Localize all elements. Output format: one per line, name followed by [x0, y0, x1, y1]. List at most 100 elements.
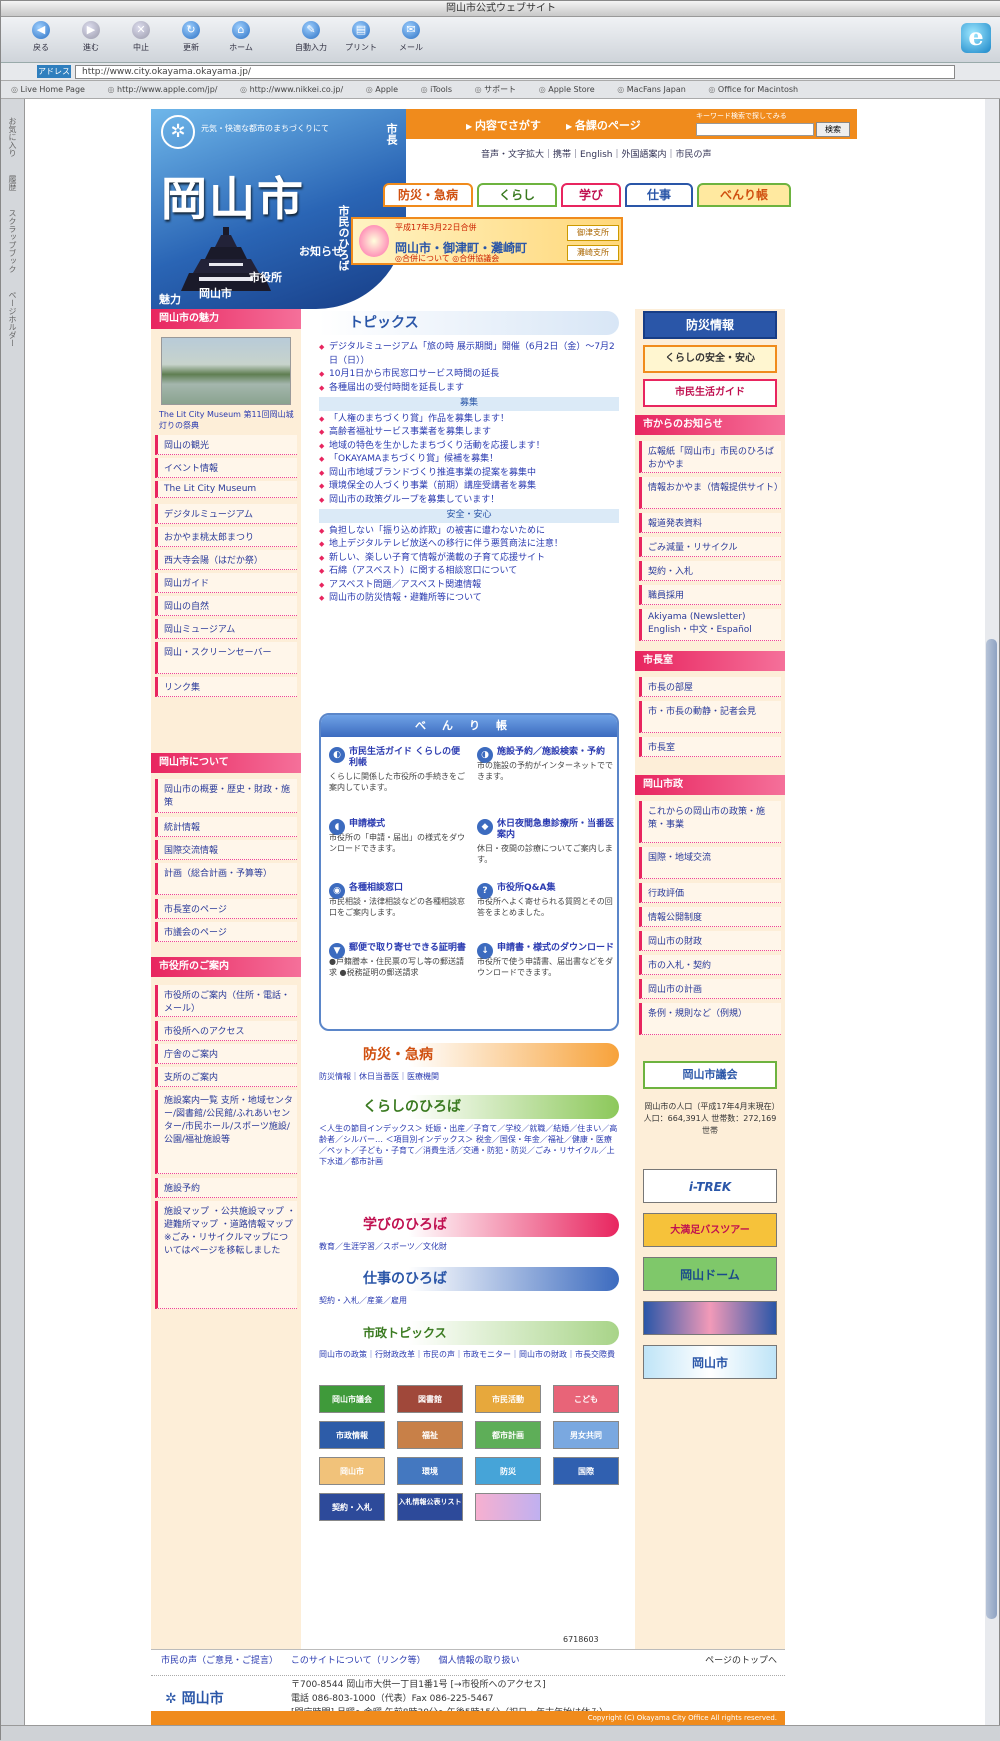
left-link[interactable]: 統計情報: [155, 817, 297, 837]
merger-banner[interactable]: 平成17年3月22日合併 岡山市・御津町・灘崎町 ◎合併について ◎合併協議会 …: [351, 217, 623, 265]
left-link[interactable]: 西大寺会陽（はだか祭）: [155, 550, 297, 570]
sidebar-tab[interactable]: ページホルダー: [7, 291, 18, 347]
news-item[interactable]: 岡山市地域ブランドづくり推進事業の提案を募集中: [319, 467, 619, 481]
news-item[interactable]: 10月1日から市民窓口サービス時間の延長: [319, 368, 619, 382]
banner-button[interactable]: 契約・入札: [319, 1493, 385, 1521]
right-link[interactable]: これからの岡山市の政策・施策・事業: [639, 801, 781, 843]
tab-learning[interactable]: 学び: [561, 183, 621, 207]
life-guide-button[interactable]: 市民生活ガイド: [643, 379, 777, 407]
convenience-item[interactable]: ◆ 休日夜間急患診療所・当番医案内 休日・夜間の診療についてご案内します。: [477, 819, 615, 865]
sidebar-tab[interactable]: スクラップブック: [7, 209, 18, 273]
favorite-link[interactable]: http://www.apple.com/jp/: [108, 85, 217, 94]
tab-convenience[interactable]: べんり帳: [697, 183, 791, 207]
left-link[interactable]: おかやま桃太郎まつり: [155, 527, 297, 547]
bus-tour-banner[interactable]: 大満足バスツアー: [643, 1213, 777, 1247]
footer-link[interactable]: このサイトについて（リンク等）: [291, 1656, 426, 1666]
photo-caption[interactable]: The Lit City Museum 第11回岡山城 灯りの祭典: [159, 409, 295, 431]
right-link[interactable]: 情報おかやま（情報提供サイト）: [639, 477, 783, 509]
left-link[interactable]: 市長室のページ: [155, 899, 297, 919]
work-section-title[interactable]: 仕事のひろば: [319, 1267, 619, 1291]
left-link[interactable]: 岡山ガイド: [155, 573, 297, 593]
search-button[interactable]: 検索: [816, 122, 850, 137]
sidebar-tab[interactable]: 履歴: [7, 175, 18, 191]
left-link[interactable]: 施設マップ ・公共施設マップ ・避難所マップ ・道路情報マップ ※ごみ・リサイク…: [155, 1201, 297, 1309]
stop-button[interactable]: ✕ 中止: [119, 21, 163, 53]
city-topics-links[interactable]: 岡山市の政策｜行財政改革｜市民の声｜市政モニター｜岡山市の財政｜市長交際費: [319, 1349, 619, 1360]
mascot-banner[interactable]: 岡山市: [643, 1345, 777, 1379]
footer-link[interactable]: 個人情報の取り扱い: [439, 1656, 520, 1666]
banner-button[interactable]: 岡山市議会: [319, 1385, 385, 1413]
news-item[interactable]: デジタルミュージアム「旅の時 展示期間」開催（6月2日（金）～7月2日（日））: [319, 341, 619, 368]
arc-nav-plaza[interactable]: 市民のひろば: [335, 205, 351, 271]
right-link[interactable]: 岡山市の財政: [639, 931, 781, 951]
news-item[interactable]: 「OKAYAMAまちづくり賞」候補を募集！: [319, 453, 619, 467]
left-link[interactable]: 施設案内一覧 支所・地域センター/図書館/公民館/ふれあいセンター/市民ホール/…: [155, 1090, 297, 1174]
left-link[interactable]: 施設予約: [155, 1178, 297, 1198]
convenience-item[interactable]: ↓ 申請書・様式のダウンロード 市役所で使う申請書、届出書などをダウンロードできます…: [477, 943, 615, 978]
okayama-dome-banner[interactable]: 岡山ドーム: [643, 1257, 777, 1291]
left-link[interactable]: 岡山の観光: [155, 435, 297, 455]
left-link[interactable]: 岡山の自然: [155, 596, 297, 616]
sidebar-tab[interactable]: お気に入り: [7, 117, 18, 157]
convenience-item[interactable]: ◖ 申請様式 市役所の「申請・届出」の様式をダウンロードできます。: [329, 819, 467, 854]
favorite-link[interactable]: iTools: [421, 85, 452, 94]
search-by-content-button[interactable]: 内容でさがす: [466, 117, 541, 133]
banner-button[interactable]: こども: [553, 1385, 619, 1413]
right-link[interactable]: 条例・規則など（例規）: [639, 1003, 781, 1035]
page-top-link[interactable]: ページのトップへ: [705, 1650, 777, 1672]
left-link[interactable]: 市役所のご案内（住所・電話・メール）: [155, 985, 297, 1017]
utility-links[interactable]: 音声・文字拡大｜携帯｜English｜外国語案内｜市民の声: [481, 147, 712, 160]
footer-logo[interactable]: ✲ 岡山市: [165, 1688, 224, 1708]
promo-banner[interactable]: [643, 1301, 777, 1335]
work-links[interactable]: 契約・入札／産業／雇用: [319, 1295, 619, 1306]
scroll-thumb[interactable]: [986, 639, 997, 1619]
news-item[interactable]: アスベスト問題／アスベスト関連情報: [319, 579, 619, 593]
right-link[interactable]: 契約・入札: [639, 561, 781, 581]
right-link[interactable]: 職員採用: [639, 585, 781, 605]
itrek-banner[interactable]: i-TREK: [643, 1169, 777, 1203]
banner-button[interactable]: 防災: [475, 1457, 541, 1485]
living-links[interactable]: ＜人生の節目インデックス＞ 妊娠・出産／子育て／学校／就職／結婚／住まい／高齢者…: [319, 1123, 619, 1197]
left-link[interactable]: 国際交流情報: [155, 840, 297, 860]
arc-nav-mayor[interactable]: 市長: [383, 123, 399, 145]
vertical-scrollbar[interactable]: [983, 99, 999, 1725]
convenience-item[interactable]: ◑ 施設予約／施設検索・予約 市の施設の予約がインターネットでできます。: [477, 747, 615, 782]
right-link[interactable]: 情報公開制度: [639, 907, 781, 927]
favorite-link[interactable]: サポート: [475, 84, 516, 95]
news-item[interactable]: 高齢者福祉サービス事業者を募集します: [319, 426, 619, 440]
left-link[interactable]: 市役所へのアクセス: [155, 1021, 297, 1041]
left-link[interactable]: 庁舎のご案内: [155, 1044, 297, 1064]
city-council-button[interactable]: 岡山市議会: [643, 1061, 777, 1089]
favorite-link[interactable]: MacFans Japan: [617, 85, 686, 94]
convenience-item[interactable]: ? 市役所Q&A集 市役所へよく寄せられる質問とその回答をまとめました。: [477, 883, 615, 918]
feature-photo[interactable]: [161, 337, 291, 405]
left-link[interactable]: リンク集: [155, 677, 297, 697]
right-link[interactable]: 広報紙「岡山市」市民のひろばおかやま: [639, 441, 781, 473]
right-link[interactable]: 市長の部屋: [639, 677, 781, 697]
left-link[interactable]: イベント情報: [155, 458, 297, 478]
favorite-link[interactable]: Office for Macintosh: [708, 85, 798, 94]
left-link[interactable]: The Lit City Museum: [155, 481, 297, 498]
arc-nav-charm[interactable]: 魅力: [159, 291, 181, 307]
learning-links[interactable]: 教育／生涯学習／スポーツ／文化財: [319, 1241, 619, 1252]
arc-nav-office[interactable]: 市役所: [249, 269, 282, 285]
footer-link[interactable]: 市民の声（ご意見・ご提言）: [161, 1656, 278, 1666]
right-link[interactable]: 岡山市の計画: [639, 979, 781, 999]
news-item[interactable]: 石綿（アスベスト）に関する相談窓口について: [319, 565, 619, 579]
living-section-title[interactable]: くらしのひろば: [319, 1095, 619, 1119]
nadasaki-branch-button[interactable]: 灘崎支所: [567, 245, 619, 261]
disaster-links[interactable]: 防災情報｜休日当番医｜医療機関: [319, 1071, 619, 1082]
safety-button[interactable]: くらしの安全・安心: [643, 345, 777, 373]
news-item[interactable]: 各種届出の受付時間を延長します: [319, 382, 619, 396]
banner-button[interactable]: 環境: [397, 1457, 463, 1485]
banner-button[interactable]: 男女共同: [553, 1421, 619, 1449]
news-item[interactable]: 地上デジタルテレビ放送への移行に伴う悪質商法に注意！: [319, 538, 619, 552]
right-link[interactable]: 報道発表資料: [639, 513, 781, 533]
mitsu-branch-button[interactable]: 御津支所: [567, 225, 619, 241]
banner-button[interactable]: 福祉: [397, 1421, 463, 1449]
right-link[interactable]: 市・市長の動静・記者会見: [639, 701, 781, 733]
tab-work[interactable]: 仕事: [625, 183, 693, 207]
news-item[interactable]: 新しい、楽しい子育て情報が満載の子育て応援サイト: [319, 552, 619, 566]
favorite-link[interactable]: Live Home Page: [11, 85, 85, 94]
left-link[interactable]: 岡山ミュージアム: [155, 619, 297, 639]
